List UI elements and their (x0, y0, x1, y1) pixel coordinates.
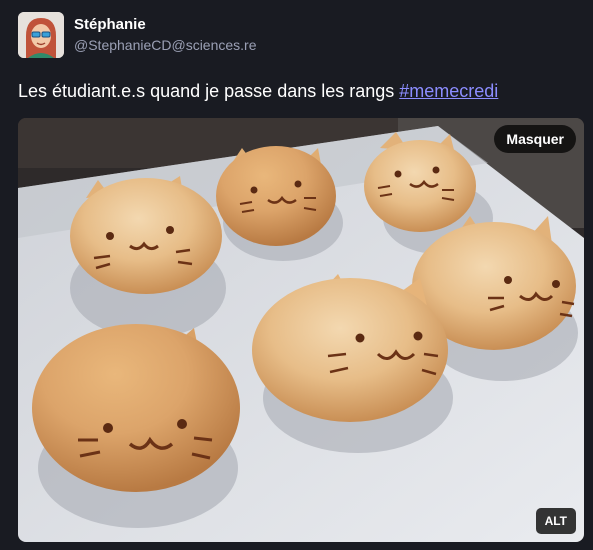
avatar-illustration-icon (18, 12, 64, 58)
cat-bun (216, 146, 336, 246)
hashtag-link[interactable]: #memecredi (399, 81, 498, 101)
status-text: Les étudiant.e.s quand je passe dans les… (18, 81, 400, 101)
account-handle[interactable]: @StephanieCD@sciences.re (74, 37, 257, 53)
status-post: Stéphanie @StephanieCD@sciences.re Les é… (0, 0, 593, 550)
hide-media-button[interactable]: Masquer (494, 125, 576, 153)
media-attachment[interactable]: Masquer ALT (18, 118, 584, 542)
status-content: Les étudiant.e.s quand je passe dans les… (18, 80, 578, 102)
display-name[interactable]: Stéphanie (74, 16, 146, 33)
alt-text-button[interactable]: ALT (535, 508, 576, 534)
cat-bun (32, 324, 240, 492)
bread-photo (18, 118, 584, 542)
avatar[interactable] (18, 12, 64, 58)
